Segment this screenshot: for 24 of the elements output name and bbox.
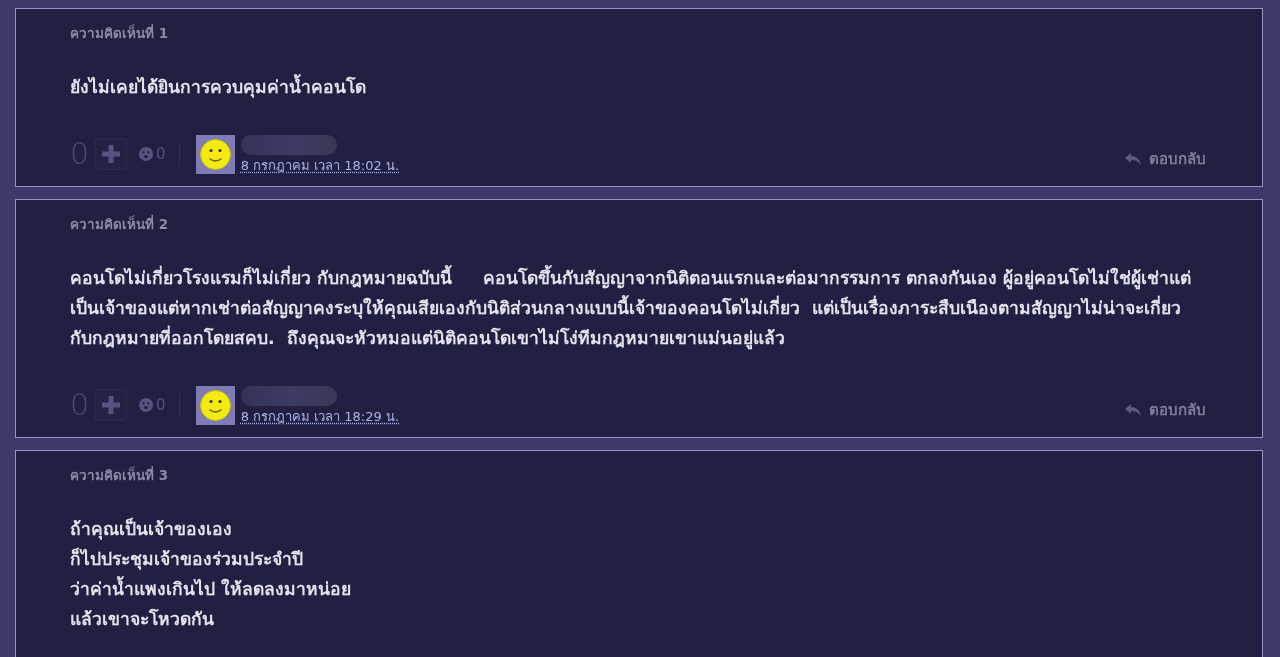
emotion-face-icon[interactable] xyxy=(139,398,154,412)
plus-vote-button[interactable] xyxy=(95,389,128,421)
comment-text: คอนโดไม่เกี่ยวโรงแรมก็ไม่เกี่ยว กับกฎหมายฉบับนี้ คอนโดขึ้นกับสัญญาจากนิติตอนแรกและต่อมากรรมการ ตกลงกันเอง ผู้อยู่คอนโดไม่ใช่ผู้เช่าแต่เป็นเจ้าของแต่หากเช่าต่อสัญญาคงระบุให้คุณเสียเองกับนิติส่วนกลางแบบนี้เจ้าของคอนโดไม่เกี่ยว แต่เป็นเรื่องภาระสืบเนืองตามสัญญาไม่น่าจะเกี่ยวกับกฎหมายที่ออกโดยสคบ. ถึงคุณจะหัวหมอแต่นิติคอนโดเขาไม่โง่ทีมกฎหมายเขาแม่นอยู่แล้ว xyxy=(70,263,1201,353)
reply-arrow-icon xyxy=(1125,153,1141,165)
comment-text: ถ้าคุณเป็นเจ้าของเอง ก็ไปประชุมเจ้าของร่วมประจำปี ว่าค่าน้ำแพงเกินไป ให้ลดลงมาหน่อย แล้วเขาจะโหวดกัน xyxy=(70,516,353,631)
smiley-avatar-icon[interactable] xyxy=(195,385,235,425)
comment-number: ความคิดเห็นที่ 2 xyxy=(70,214,169,234)
reply-arrow-icon xyxy=(1125,404,1141,416)
comment-text: ยังไม่เคยได้ยินการควบคุมค่าน้ำคอนโด xyxy=(70,72,1201,102)
plus-icon xyxy=(101,144,122,164)
reply-button[interactable]: ตอบกลับ xyxy=(1125,398,1206,422)
comment-number: ความคิดเห็นที่ 1 xyxy=(70,23,169,43)
reply-button[interactable]: ตอบกลับ xyxy=(1125,147,1206,171)
plus-vote-button[interactable] xyxy=(95,138,128,170)
emotion-count: 0 xyxy=(156,145,166,163)
post-date-link[interactable]: 8 กรกฎาคม เวลา 18:02 น. xyxy=(240,158,400,173)
vote-score: 0 xyxy=(70,136,90,172)
plus-icon xyxy=(101,395,122,415)
post-date-link[interactable]: 8 กรกฎาคม เวลา 18:29 น. xyxy=(240,409,400,424)
vote-score: 0 xyxy=(70,387,90,423)
smiley-avatar-icon[interactable] xyxy=(195,134,235,174)
emotion-count: 0 xyxy=(156,396,166,414)
comment-number: ความคิดเห็นที่ 3 xyxy=(70,465,169,485)
emotion-face-icon[interactable] xyxy=(139,147,154,161)
